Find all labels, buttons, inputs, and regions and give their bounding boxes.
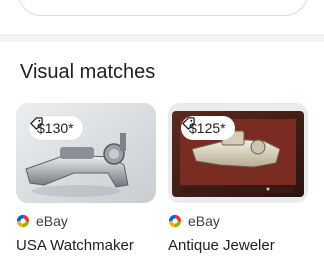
ebay-favicon-icon — [168, 214, 182, 228]
result-thumbnail[interactable]: $130* — [16, 103, 156, 203]
section-divider — [0, 34, 324, 42]
tag-icon — [182, 117, 195, 130]
result-card[interactable]: $130* eBay USA Watchmaker — [16, 103, 156, 254]
ebay-favicon-icon — [16, 214, 30, 228]
price-chip: $125* — [181, 116, 235, 140]
section-title: Visual matches — [20, 61, 156, 83]
search-box[interactable] — [18, 0, 308, 16]
result-source: eBay — [168, 213, 308, 229]
result-title[interactable]: USA Watchmaker — [16, 237, 156, 254]
result-thumbnail[interactable]: $125* — [168, 103, 308, 203]
source-label: eBay — [188, 213, 220, 229]
result-title[interactable]: Antique Jeweler — [168, 237, 308, 254]
result-card[interactable]: $125* eBay Antique Jeweler — [168, 103, 308, 254]
source-label: eBay — [36, 213, 68, 229]
result-source: eBay — [16, 213, 156, 229]
tag-icon — [30, 117, 43, 130]
price-chip: $130* — [29, 116, 83, 140]
